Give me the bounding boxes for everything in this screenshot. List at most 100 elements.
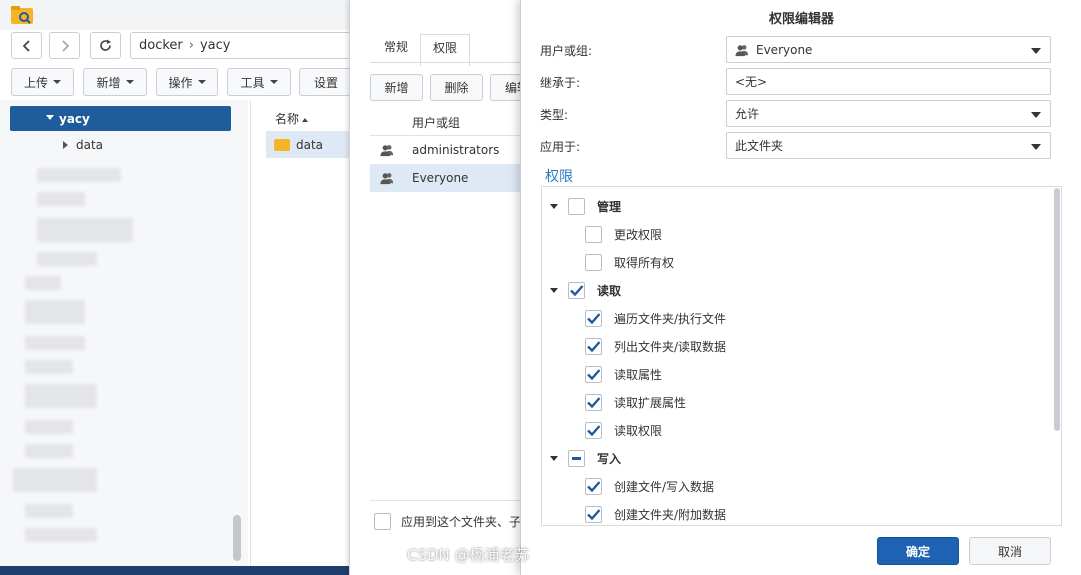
- forward-button[interactable]: [49, 32, 80, 59]
- apply-subfolders-checkbox[interactable]: [374, 513, 391, 530]
- file-list: 名称 data: [250, 100, 351, 575]
- path-separator-icon: ›: [188, 38, 194, 53]
- blurred-tree-item: [13, 468, 97, 492]
- column-header-name[interactable]: 名称: [275, 110, 309, 127]
- settings-button[interactable]: 设置: [299, 68, 353, 96]
- scrollbar-thumb[interactable]: [1054, 188, 1060, 431]
- grid-row-label: administrators: [412, 143, 500, 157]
- inherit-from-field: <无>: [726, 68, 1051, 95]
- collapse-arrow-icon[interactable]: [63, 141, 68, 149]
- expand-arrow-icon[interactable]: [46, 115, 54, 120]
- permission-checkbox[interactable]: [585, 337, 602, 355]
- create-label: 新增: [96, 75, 121, 90]
- permission-group-checkbox[interactable]: [568, 281, 585, 299]
- grid-header-user-group[interactable]: 用户或组: [370, 110, 522, 136]
- permission-label: 更改权限: [614, 227, 663, 242]
- window-titlebar: [0, 0, 350, 30]
- blurred-tree-item: [25, 276, 61, 290]
- permission-label: 列出文件夹/读取数据: [614, 339, 727, 354]
- permission-group-row[interactable]: 管理: [550, 192, 622, 220]
- apply-to-label: 应用于:: [540, 140, 581, 154]
- permission-group-row[interactable]: 读取: [550, 276, 621, 304]
- permissions-scrollbar[interactable]: [1052, 186, 1062, 431]
- tools-button[interactable]: 工具: [227, 68, 291, 96]
- permission-checkbox[interactable]: [585, 253, 602, 271]
- permission-checkbox[interactable]: [585, 421, 602, 439]
- permission-row[interactable]: 遍历文件夹/执行文件: [585, 304, 726, 332]
- chevron-left-icon: [22, 39, 30, 52]
- permission-checkbox[interactable]: [585, 505, 602, 523]
- permission-checkbox[interactable]: [585, 477, 602, 495]
- group-icon: [380, 145, 394, 157]
- blurred-tree-item: [25, 360, 73, 374]
- back-button[interactable]: [11, 32, 42, 59]
- permission-checkbox[interactable]: [585, 393, 602, 411]
- expand-arrow-icon[interactable]: [550, 456, 558, 461]
- permission-row[interactable]: 读取扩展属性: [585, 388, 686, 416]
- blurred-tree-item: [37, 252, 97, 266]
- blurred-tree-item: [37, 218, 133, 242]
- dropdown-arrow-icon: [1031, 112, 1041, 118]
- checkmark-icon: [587, 508, 601, 520]
- permission-group-row[interactable]: 写入: [550, 444, 621, 472]
- user-group-label: 用户或组:: [540, 44, 593, 58]
- apply-to-select[interactable]: 此文件夹: [726, 132, 1051, 159]
- tree-item-label: yacy: [59, 111, 90, 126]
- permission-checkbox[interactable]: [585, 309, 602, 327]
- permission-row[interactable]: 创建文件/写入数据: [585, 472, 714, 500]
- tree-scrollbar[interactable]: [233, 515, 241, 561]
- permission-label: 读取属性: [614, 367, 663, 382]
- blurred-tree-item: [25, 336, 85, 350]
- cancel-button[interactable]: 取消: [969, 537, 1051, 565]
- dropdown-arrow-icon: [1031, 144, 1041, 150]
- add-permission-button[interactable]: 新增: [370, 74, 423, 101]
- grid-row-label: Everyone: [412, 171, 469, 185]
- checkmark-icon: [570, 284, 584, 296]
- user-group-select[interactable]: Everyone: [726, 36, 1051, 63]
- edit-permission-button[interactable]: 编辑: [490, 74, 522, 101]
- dialog-title: 权限编辑器: [768, 12, 834, 27]
- expand-arrow-icon[interactable]: [550, 204, 558, 209]
- tree-item-yacy[interactable]: yacy: [10, 106, 231, 131]
- checkmark-icon: [587, 368, 601, 380]
- checkmark-icon: [587, 312, 601, 324]
- permission-row[interactable]: 取得所有权: [585, 248, 674, 276]
- refresh-button[interactable]: [90, 32, 121, 59]
- blurred-tree-item: [25, 300, 85, 324]
- grid-row-everyone[interactable]: Everyone: [370, 164, 522, 192]
- permission-group-checkbox[interactable]: [568, 449, 585, 467]
- delete-permission-button[interactable]: 删除: [430, 74, 483, 101]
- caret-down-icon: [53, 80, 61, 84]
- permissions-tree: 管理更改权限取得所有权 读取 遍历文件夹/执行文件列出文件夹/读取数据 读取属性读取扩…: [541, 186, 1062, 526]
- tree-item-data[interactable]: data: [63, 138, 103, 152]
- permission-label: 管理: [597, 199, 622, 214]
- user-group-value: Everyone: [756, 42, 813, 57]
- create-button[interactable]: 新增: [83, 68, 147, 96]
- action-button[interactable]: 操作: [156, 68, 218, 96]
- ok-button[interactable]: 确定: [877, 537, 959, 565]
- blurred-tree-item: [25, 504, 73, 518]
- path-breadcrumb[interactable]: docker › yacy: [130, 32, 360, 59]
- permission-checkbox[interactable]: [585, 225, 602, 243]
- inherit-from-value: <无>: [735, 75, 768, 89]
- user-icon: [735, 44, 749, 56]
- expand-arrow-icon[interactable]: [550, 288, 558, 293]
- apply-to-subfolders-option[interactable]: 应用到这个文件夹、子: [370, 500, 522, 542]
- tree-item-label: data: [76, 138, 104, 152]
- type-select[interactable]: 允许: [726, 100, 1051, 127]
- permission-group-checkbox[interactable]: [568, 197, 585, 215]
- path-current[interactable]: yacy: [200, 38, 231, 53]
- tools-label: 工具: [240, 75, 265, 90]
- upload-button[interactable]: 上传: [11, 68, 74, 96]
- folder-icon: [274, 138, 290, 151]
- permission-checkbox[interactable]: [585, 365, 602, 383]
- caret-down-icon: [197, 80, 206, 84]
- permission-row[interactable]: 读取属性: [585, 360, 662, 388]
- permission-row[interactable]: 创建文件夹/附加数据: [585, 500, 726, 525]
- grid-row-administrators[interactable]: administrators: [370, 136, 522, 164]
- permission-row[interactable]: 列出文件夹/读取数据: [585, 332, 726, 360]
- permission-row[interactable]: 读取权限: [585, 416, 662, 444]
- file-row[interactable]: data: [266, 131, 351, 158]
- path-root[interactable]: docker: [139, 38, 183, 53]
- permission-row[interactable]: 更改权限: [585, 220, 662, 248]
